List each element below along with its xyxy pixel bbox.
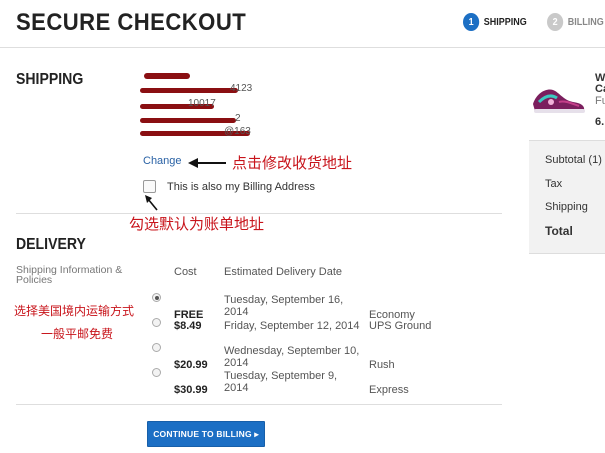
delivery-date: Wednesday, September 10, 2014: [224, 345, 360, 369]
shipping-address-redacted: 4123 10017 2 @163: [140, 70, 260, 138]
product-subtitle: Ca: [595, 83, 605, 95]
summary-shipping-label: Shipping: [545, 201, 588, 213]
delivery-method: Rush: [369, 359, 395, 371]
address-fragment: 2: [235, 113, 241, 124]
step-billing-label: BILLING: [567, 16, 604, 28]
product-price: 6.: [595, 116, 605, 128]
step-shipping-label: SHIPPING: [483, 16, 527, 28]
delivery-cost: $30.99: [174, 384, 208, 396]
shipping-heading: SHIPPING: [16, 71, 84, 88]
page-title: SECURE CHECKOUT: [16, 9, 247, 36]
column-header-date: Estimated Delivery Date: [224, 266, 342, 278]
delivery-date: Tuesday, September 16, 2014: [224, 294, 344, 318]
section-divider: [16, 213, 502, 214]
change-address-link[interactable]: Change: [143, 155, 182, 167]
delivery-heading: DELIVERY: [16, 236, 86, 253]
annotation-delivery-line1: 选择美国境内运输方式: [14, 304, 135, 318]
address-fragment: 10017: [188, 98, 216, 109]
shipping-policies-link[interactable]: Shipping Information & Policies: [16, 265, 131, 286]
delivery-radio-economy[interactable]: [152, 293, 161, 302]
step-billing: 2 BILLING: [547, 13, 604, 31]
redaction-mark: [144, 73, 190, 79]
column-header-cost: Cost: [174, 266, 197, 278]
arrow-up-icon: [145, 195, 158, 211]
product-shoe-image[interactable]: [529, 78, 589, 118]
redaction-mark: [140, 88, 238, 93]
summary-subtotal-label: Subtotal (1): [545, 154, 602, 166]
section-divider: [16, 404, 502, 405]
step-1-badge: 1: [463, 13, 480, 31]
header-divider: [0, 47, 605, 48]
delivery-radio-ups-ground[interactable]: [152, 318, 161, 327]
order-summary-panel: Subtotal (1) Tax Shipping Total: [529, 140, 605, 254]
annotation-change-address: 点击修改收货地址: [232, 154, 353, 172]
delivery-method: Express: [369, 384, 409, 396]
delivery-cost: $20.99: [174, 359, 208, 371]
product-variant: Fu: [595, 95, 605, 107]
step-2-badge: 2: [547, 13, 564, 31]
delivery-radio-rush[interactable]: [152, 343, 161, 352]
continue-to-billing-button[interactable]: CONTINUE TO BILLING ▸: [147, 421, 265, 447]
delivery-date: Tuesday, September 9, 2014: [224, 370, 338, 394]
billing-address-checkbox[interactable]: [143, 180, 156, 193]
step-shipping: 1 SHIPPING: [463, 13, 527, 31]
redaction-mark: [140, 118, 236, 123]
billing-checkbox-label: This is also my Billing Address: [167, 181, 315, 193]
summary-tax-label: Tax: [545, 178, 563, 190]
summary-total-label: Total: [545, 224, 573, 238]
delivery-date: Friday, September 12, 2014: [224, 320, 360, 332]
delivery-method: UPS Ground: [369, 320, 432, 332]
delivery-cost: $8.49: [174, 320, 202, 332]
delivery-radio-express[interactable]: [152, 368, 161, 377]
arrow-left-icon: [188, 158, 226, 168]
address-fragment: @163: [224, 126, 251, 137]
annotation-delivery-line2: 一般平邮免费: [41, 327, 114, 341]
annotation-billing-default: 勾选默认为账单地址: [129, 215, 265, 233]
address-fragment: 4123: [230, 83, 253, 94]
